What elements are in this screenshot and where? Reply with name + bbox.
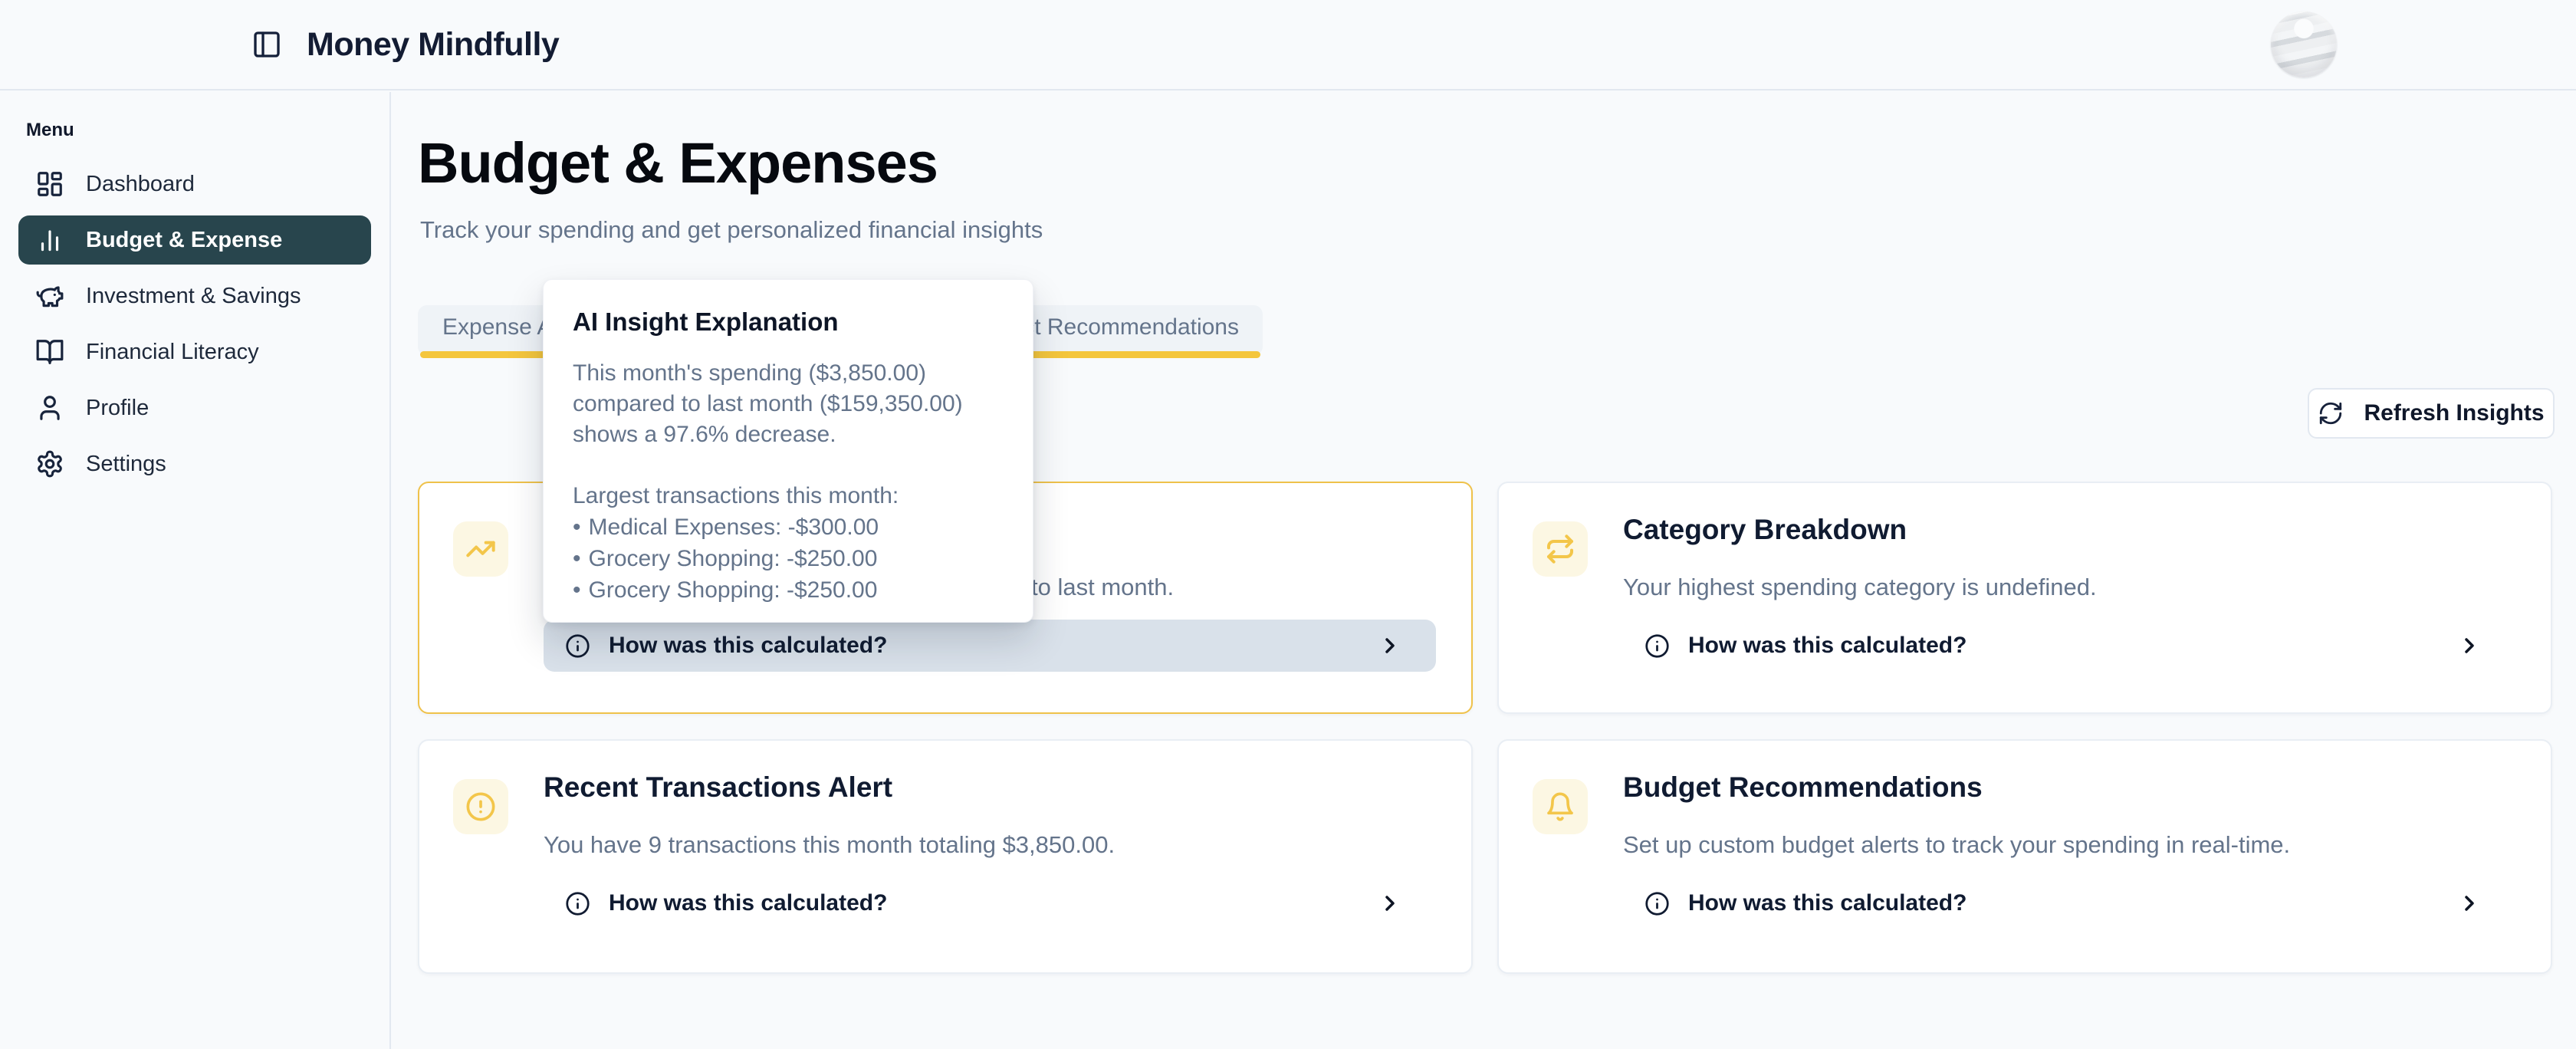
panel-left-icon — [251, 29, 282, 60]
menu-section-label: Menu — [26, 120, 371, 141]
how-calculated-button[interactable]: How was this calculated? — [1623, 620, 2515, 672]
card-subtitle: Your highest spending category is undefi… — [1623, 574, 2097, 601]
tooltip-transaction-item: • Medical Expenses: -$300.00 — [573, 511, 1010, 543]
sidebar-item-financial-literacy[interactable]: Financial Literacy — [18, 327, 371, 377]
sidebar-item-profile[interactable]: Profile — [18, 383, 371, 432]
tab-recommendations[interactable]: ct Recommendations — [1023, 305, 1239, 350]
app-title: Money Mindfully — [307, 26, 559, 64]
tooltip-transactions-header: Largest transactions this month: — [573, 481, 1010, 511]
chevron-right-icon — [2457, 633, 2482, 658]
how-calculated-label: How was this calculated? — [609, 633, 887, 659]
repeat-icon — [1533, 521, 1588, 577]
card-subtitle: Set up custom budget alerts to track you… — [1623, 831, 2290, 859]
sidebar-item-settings[interactable]: Settings — [18, 439, 371, 488]
how-calculated-button[interactable]: How was this calculated? — [544, 877, 1436, 929]
info-icon — [1644, 891, 1670, 916]
chevron-right-icon — [2457, 891, 2482, 916]
refresh-icon — [2318, 400, 2344, 426]
card-budget-recommendations: Budget Recommendations Set up custom bud… — [1497, 739, 2552, 974]
alert-circle-icon — [453, 779, 508, 834]
how-calculated-button[interactable]: How was this calculated? — [1623, 877, 2515, 929]
bullet: • — [573, 577, 581, 603]
how-calculated-label: How was this calculated? — [1688, 633, 1967, 659]
tooltip-transaction-item: • Grocery Shopping: -$250.00 — [573, 543, 1010, 574]
card-title: Category Breakdown — [1623, 514, 1907, 546]
sidebar-item-label: Dashboard — [86, 172, 195, 197]
book-open-icon — [35, 337, 64, 367]
ai-insight-tooltip: AI Insight Explanation This month's spen… — [543, 279, 1033, 623]
sidebar: Menu Dashboard Budget & Expense Investme… — [0, 92, 391, 1049]
card-subtitle-fragment: to last month. — [1031, 574, 1174, 601]
transaction-text: Grocery Shopping: -$250.00 — [589, 546, 878, 571]
how-calculated-button[interactable]: How was this calculated? — [544, 620, 1436, 672]
piggy-bank-icon — [35, 281, 64, 311]
sidebar-item-label: Financial Literacy — [86, 340, 259, 365]
card-recent-transactions: Recent Transactions Alert You have 9 tra… — [418, 739, 1473, 974]
trending-up-icon — [453, 521, 508, 577]
card-title: Recent Transactions Alert — [544, 771, 892, 804]
how-calculated-label: How was this calculated? — [1688, 890, 1967, 916]
card-title: Budget Recommendations — [1623, 771, 1983, 804]
card-subtitle: You have 9 transactions this month total… — [544, 831, 1115, 859]
bell-icon — [1533, 779, 1588, 834]
sidebar-item-label: Investment & Savings — [86, 284, 301, 309]
tooltip-transaction-item: • Grocery Shopping: -$250.00 — [573, 574, 1010, 606]
card-category-breakdown: Category Breakdown Your highest spending… — [1497, 482, 2552, 714]
info-icon — [565, 891, 590, 916]
bullet: • — [573, 515, 581, 540]
sidebar-item-budget-expense[interactable]: Budget & Expense — [18, 215, 371, 265]
chevron-right-icon — [1378, 633, 1402, 658]
dashboard-icon — [35, 169, 64, 199]
bullet: • — [573, 546, 581, 571]
sidebar-item-label: Settings — [86, 452, 166, 477]
sidebar-toggle-button[interactable] — [251, 29, 282, 60]
refresh-insights-label: Refresh Insights — [2364, 400, 2544, 426]
chevron-right-icon — [1378, 891, 1402, 916]
sidebar-item-label: Budget & Expense — [86, 228, 282, 253]
how-calculated-label: How was this calculated? — [609, 890, 887, 916]
user-avatar[interactable] — [2271, 12, 2337, 77]
tooltip-paragraph: This month's spending ($3,850.00) compar… — [573, 358, 1014, 450]
tab-expense-analysis[interactable]: Expense A — [442, 305, 552, 350]
user-icon — [35, 393, 64, 423]
refresh-insights-button[interactable]: Refresh Insights — [2308, 388, 2555, 439]
app-header: Money Mindfully — [0, 0, 2576, 90]
info-icon — [565, 633, 590, 659]
transaction-text: Grocery Shopping: -$250.00 — [589, 577, 878, 603]
main-content: Budget & Expenses Track your spending an… — [393, 92, 2576, 1049]
sidebar-item-dashboard[interactable]: Dashboard — [18, 159, 371, 209]
sidebar-item-label: Profile — [86, 396, 149, 421]
info-icon — [1644, 633, 1670, 659]
sidebar-item-investment-savings[interactable]: Investment & Savings — [18, 271, 371, 321]
page-subtitle: Track your spending and get personalized… — [420, 216, 1043, 244]
page-title: Budget & Expenses — [418, 130, 938, 196]
gear-icon — [35, 449, 64, 478]
transaction-text: Medical Expenses: -$300.00 — [589, 515, 879, 540]
tooltip-title: AI Insight Explanation — [573, 307, 1010, 337]
bar-chart-icon — [35, 225, 64, 255]
